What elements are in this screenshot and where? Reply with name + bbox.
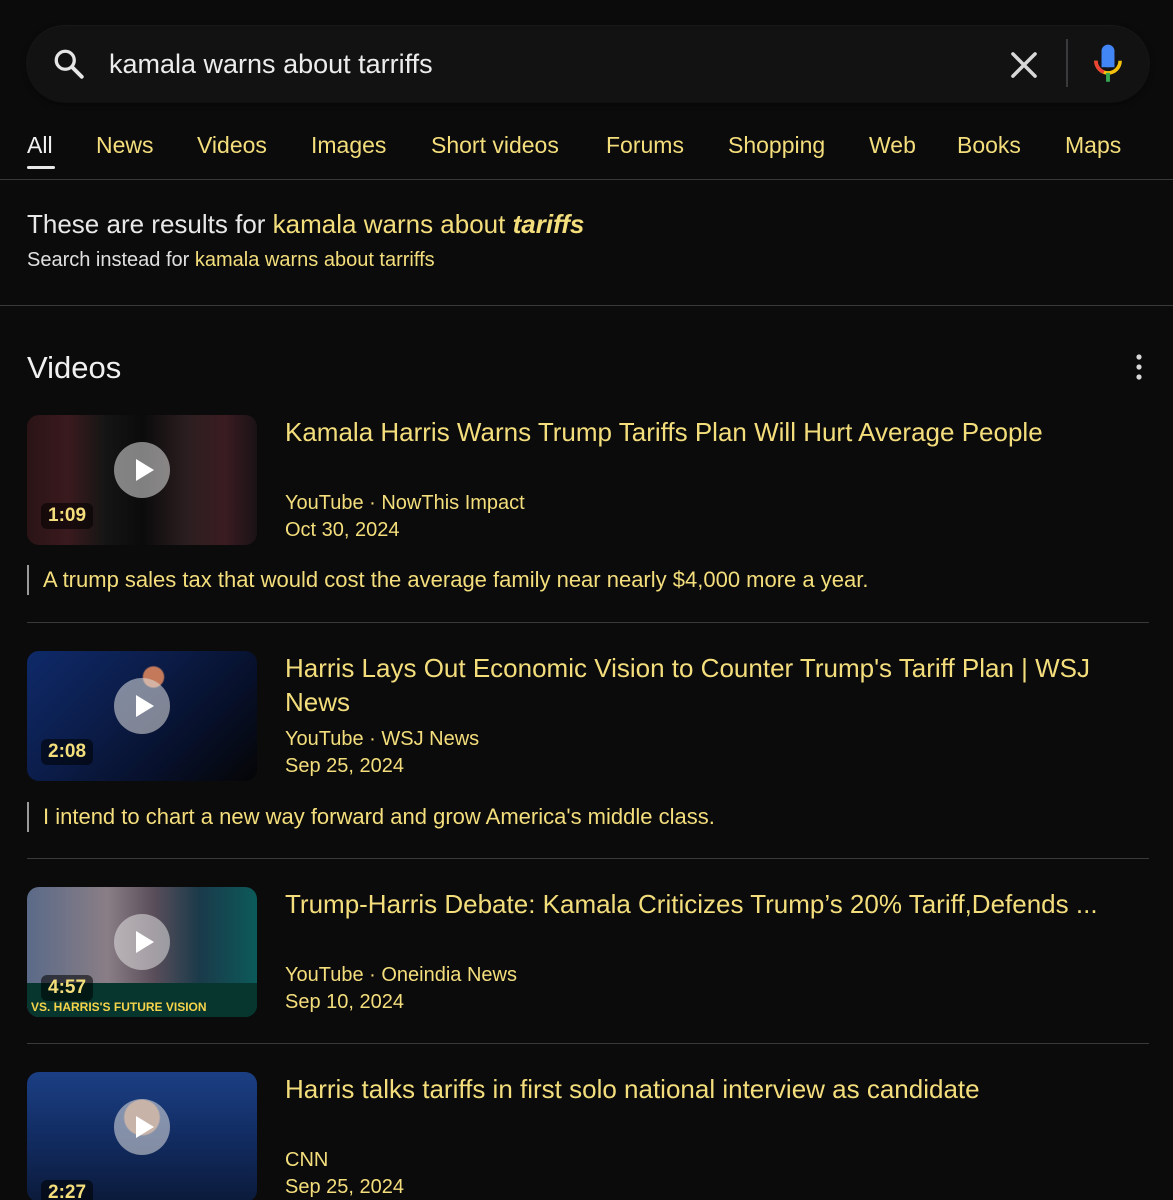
notice-divider — [0, 305, 1173, 306]
tab-images[interactable]: Images — [311, 130, 386, 160]
tab-videos[interactable]: Videos — [197, 130, 267, 160]
video-duration: 2:27 — [41, 1180, 94, 1200]
video-snippet: A trump sales tax that would cost the av… — [27, 565, 868, 595]
thumbnail-caption: VS. HARRIS'S FUTURE VISION — [31, 1000, 207, 1014]
play-icon — [114, 678, 170, 734]
result-divider — [27, 858, 1149, 859]
play-icon — [114, 1099, 170, 1155]
tab-books[interactable]: Books — [957, 130, 1021, 160]
video-title-link[interactable]: Kamala Harris Warns Trump Tariffs Plan W… — [285, 415, 1145, 449]
play-icon — [114, 442, 170, 498]
result-divider — [27, 1043, 1149, 1044]
video-duration: 4:57 — [41, 975, 94, 1001]
video-result: 2:27 Harris talks tariffs in first solo … — [27, 1072, 1149, 1200]
microphone-icon[interactable] — [1091, 43, 1125, 85]
video-duration: 1:09 — [41, 503, 94, 529]
clear-icon[interactable] — [1005, 46, 1043, 84]
result-divider — [27, 622, 1149, 623]
videos-heading: Videos — [27, 350, 122, 385]
video-result: 2:08 Harris Lays Out Economic Vision to … — [27, 651, 1149, 851]
play-icon — [114, 914, 170, 970]
video-result: VS. HARRIS'S FUTURE VISION 4:57 Trump-Ha… — [27, 887, 1149, 1027]
search-divider — [1066, 39, 1068, 87]
video-source: CNN — [285, 1149, 329, 1171]
active-tab-indicator — [27, 166, 55, 169]
video-result: 1:09 Kamala Harris Warns Trump Tariffs P… — [27, 415, 1149, 615]
results-for-label: These are results for — [27, 209, 266, 239]
tab-short-videos[interactable]: Short videos — [431, 130, 559, 160]
search-icon[interactable] — [51, 46, 87, 82]
search-instead-label: Search instead for — [27, 249, 190, 271]
original-query-link[interactable]: kamala warns about tarriffs — [195, 249, 435, 271]
video-date: Oct 30, 2024 — [285, 519, 400, 541]
video-title-link[interactable]: Harris talks tariffs in first solo natio… — [285, 1072, 1145, 1106]
search-input[interactable]: kamala warns about tarriffs — [109, 46, 433, 82]
video-title-link[interactable]: Harris Lays Out Economic Vision to Count… — [285, 651, 1145, 719]
video-thumbnail[interactable]: VS. HARRIS'S FUTURE VISION 4:57 — [27, 887, 257, 1017]
tab-all[interactable]: All — [27, 130, 53, 160]
search-bar: kamala warns about tarriffs — [27, 26, 1149, 102]
more-options-icon[interactable] — [1126, 350, 1152, 384]
video-date: Sep 25, 2024 — [285, 1176, 404, 1198]
video-title-link[interactable]: Trump-Harris Debate: Kamala Criticizes T… — [285, 887, 1145, 921]
corrected-query-link[interactable]: kamala warns about tariffs — [273, 209, 585, 239]
tab-shopping[interactable]: Shopping — [728, 130, 825, 160]
video-source: YouTube · NowThis Impact — [285, 492, 525, 514]
video-thumbnail[interactable]: 1:09 — [27, 415, 257, 545]
video-thumbnail[interactable]: 2:27 — [27, 1072, 257, 1200]
video-source: YouTube · WSJ News — [285, 728, 480, 750]
tab-maps[interactable]: Maps — [1065, 130, 1121, 160]
tab-forums[interactable]: Forums — [606, 130, 684, 160]
video-thumbnail[interactable]: 2:08 — [27, 651, 257, 781]
video-source: YouTube · Oneindia News — [285, 964, 517, 986]
tab-web[interactable]: Web — [869, 130, 916, 160]
tab-news[interactable]: News — [96, 130, 154, 160]
search-tabs: All News Videos Images Short videos Foru… — [0, 126, 1173, 182]
video-duration: 2:08 — [41, 739, 94, 765]
video-date: Sep 25, 2024 — [285, 755, 404, 777]
video-snippet: I intend to chart a new way forward and … — [27, 802, 715, 832]
spelling-notice: These are results for kamala warns about… — [27, 206, 1147, 274]
tabs-divider — [0, 179, 1173, 180]
video-date: Sep 10, 2024 — [285, 991, 404, 1013]
